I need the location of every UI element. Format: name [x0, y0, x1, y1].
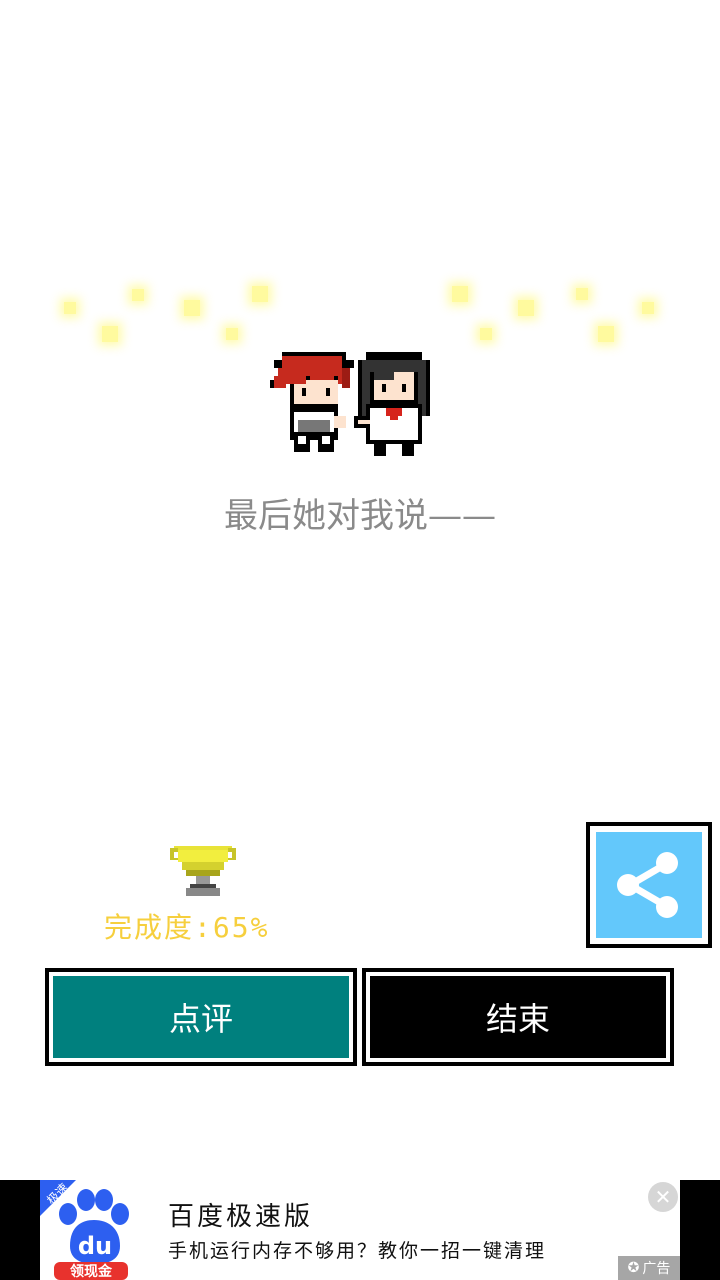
- trophy-icon: [170, 846, 236, 896]
- ad-badge-label: 广告: [642, 1261, 671, 1277]
- completion-progress-label: 完成度:65%: [104, 911, 270, 944]
- sparkle-decoration: [518, 300, 534, 316]
- ad-choices-icon: ✪: [627, 1260, 640, 1276]
- end-button-label: 结束: [370, 976, 666, 1058]
- share-button[interactable]: [586, 822, 712, 948]
- sparkle-decoration: [480, 328, 492, 340]
- ad-close-button[interactable]: ✕: [648, 1182, 678, 1212]
- ad-banner[interactable]: du 极速 领现金 百度极速版 手机运行内存不够用？教你一招一键清理 ✕ ✪ 广…: [0, 1180, 720, 1280]
- sparkle-decoration: [184, 300, 200, 316]
- sparkle-decoration: [576, 288, 588, 300]
- svg-text:du: du: [78, 1232, 112, 1260]
- sparkle-decoration: [598, 326, 614, 342]
- close-icon: ✕: [654, 1185, 672, 1209]
- pixel-couple-illustration: [270, 352, 430, 456]
- sparkle-decoration: [226, 328, 238, 340]
- ad-title[interactable]: 百度极速版: [168, 1196, 313, 1233]
- sparkle-decoration: [64, 302, 76, 314]
- review-button-label: 点评: [53, 976, 349, 1058]
- baidu-logo-icon: du 极速 领现金: [40, 1180, 140, 1280]
- sparkle-decoration: [252, 286, 268, 302]
- ad-description[interactable]: 手机运行内存不够用？教你一招一键清理: [168, 1236, 546, 1263]
- sparkle-decoration: [102, 326, 118, 342]
- end-button[interactable]: 结束: [362, 968, 674, 1066]
- review-button[interactable]: 点评: [45, 968, 357, 1066]
- ad-card[interactable]: du 极速 领现金 百度极速版 手机运行内存不够用？教你一招一键清理 ✕ ✪ 广…: [40, 1180, 680, 1280]
- ad-badge: ✪ 广告: [618, 1256, 680, 1280]
- share-icon: [617, 852, 678, 918]
- sparkle-decoration: [642, 302, 654, 314]
- ending-dialogue-text: 最后她对我说——: [224, 496, 496, 536]
- sparkle-decoration: [452, 286, 468, 302]
- game-stage: 最后她对我说—— 完成度:65% 点评 结束: [0, 0, 720, 1180]
- svg-text:领现金: 领现金: [70, 1263, 113, 1280]
- sparkle-decoration: [132, 289, 144, 301]
